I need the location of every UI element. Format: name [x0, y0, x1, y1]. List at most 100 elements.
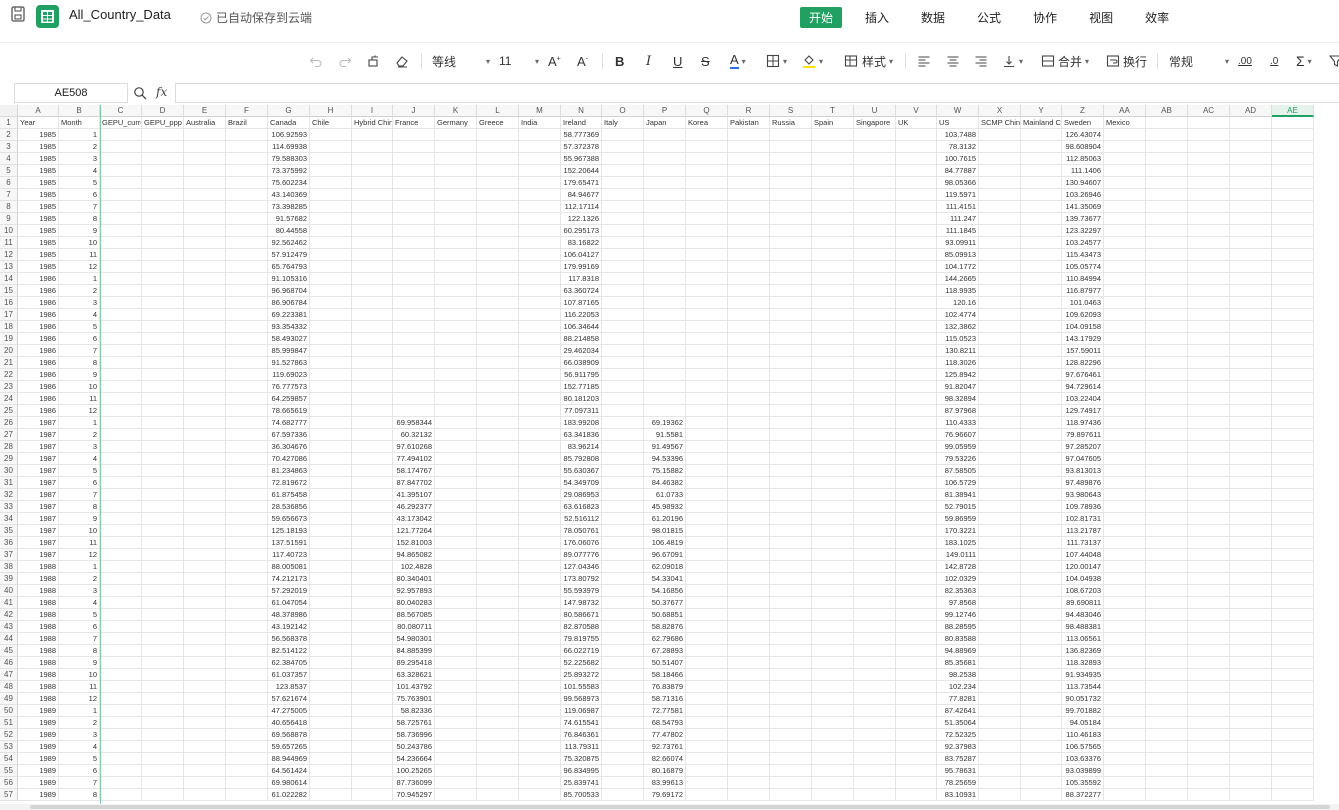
cell-b[interactable]: 10: [59, 237, 100, 249]
cell-i[interactable]: [352, 405, 393, 417]
cell-ab[interactable]: [1146, 369, 1188, 381]
cell-e[interactable]: [184, 489, 226, 501]
cell-v[interactable]: [896, 369, 937, 381]
row-header[interactable]: 6: [0, 177, 18, 189]
cell-y[interactable]: [1021, 153, 1062, 165]
cell-ab[interactable]: [1146, 753, 1188, 765]
cell-ab[interactable]: [1146, 705, 1188, 717]
cell-u[interactable]: [854, 645, 896, 657]
cell-s[interactable]: [770, 561, 812, 573]
font-name-select[interactable]: 等线 ▾: [432, 51, 490, 71]
cell-n[interactable]: 63.616823: [561, 501, 602, 513]
row-header[interactable]: 45: [0, 645, 18, 657]
cell-u[interactable]: [854, 753, 896, 765]
cell-x[interactable]: [979, 789, 1021, 801]
cell-s[interactable]: [770, 633, 812, 645]
cell-j[interactable]: [393, 273, 435, 285]
cell-v[interactable]: [896, 417, 937, 429]
cell-d[interactable]: [142, 585, 184, 597]
cell-z[interactable]: 93.039899: [1062, 765, 1104, 777]
cell-d[interactable]: [142, 753, 184, 765]
cell-u[interactable]: [854, 273, 896, 285]
cell-t[interactable]: [812, 453, 854, 465]
cell-ac[interactable]: [1188, 381, 1230, 393]
cell-t[interactable]: [812, 201, 854, 213]
cell-a[interactable]: 1989: [18, 765, 59, 777]
cell-e[interactable]: [184, 537, 226, 549]
cell-l[interactable]: [477, 261, 519, 273]
column-header-l[interactable]: L: [477, 105, 519, 117]
cell-g[interactable]: 93.354332: [268, 321, 310, 333]
cell-ae[interactable]: [1272, 525, 1314, 537]
cell-w[interactable]: 104.1772: [937, 261, 979, 273]
cell-n[interactable]: 80.586671: [561, 609, 602, 621]
cell-r[interactable]: [728, 777, 770, 789]
cell-y[interactable]: [1021, 525, 1062, 537]
cell-p[interactable]: 54.33041: [644, 573, 686, 585]
cell-j[interactable]: 46.292377: [393, 501, 435, 513]
cell-e[interactable]: [184, 201, 226, 213]
cell-g[interactable]: 64.561424: [268, 765, 310, 777]
cell-i[interactable]: [352, 441, 393, 453]
cell-j[interactable]: 152.81003: [393, 537, 435, 549]
cell-aa[interactable]: [1104, 321, 1146, 333]
column-header-i[interactable]: I: [352, 105, 393, 117]
cell-m[interactable]: [519, 417, 561, 429]
cell-c[interactable]: GEPU_current: [100, 117, 142, 129]
cell-c[interactable]: [100, 201, 142, 213]
cell-o[interactable]: [602, 405, 644, 417]
redo-button[interactable]: [338, 51, 352, 71]
row-header[interactable]: 8: [0, 201, 18, 213]
cell-l[interactable]: [477, 501, 519, 513]
cell-n[interactable]: 152.77185: [561, 381, 602, 393]
cell-g[interactable]: 59.656673: [268, 513, 310, 525]
column-header-p[interactable]: P: [644, 105, 686, 117]
cell-r[interactable]: Pakistan: [728, 117, 770, 129]
cell-k[interactable]: [435, 189, 477, 201]
cell-s[interactable]: [770, 777, 812, 789]
cell-v[interactable]: [896, 765, 937, 777]
cell-k[interactable]: [435, 321, 477, 333]
cell-t[interactable]: [812, 741, 854, 753]
cell-r[interactable]: [728, 489, 770, 501]
cell-u[interactable]: [854, 189, 896, 201]
cell-m[interactable]: [519, 165, 561, 177]
cell-z[interactable]: 79.897611: [1062, 429, 1104, 441]
cell-g[interactable]: 61.047054: [268, 597, 310, 609]
cell-h[interactable]: [310, 237, 352, 249]
cell-o[interactable]: [602, 681, 644, 693]
cell-ae[interactable]: [1272, 225, 1314, 237]
row-header[interactable]: 14: [0, 273, 18, 285]
cell-t[interactable]: [812, 681, 854, 693]
cell-s[interactable]: [770, 489, 812, 501]
cell-aa[interactable]: [1104, 129, 1146, 141]
cell-ae[interactable]: [1272, 429, 1314, 441]
cell-j[interactable]: 75.763901: [393, 693, 435, 705]
cell-d[interactable]: [142, 189, 184, 201]
cell-ab[interactable]: [1146, 153, 1188, 165]
cell-aa[interactable]: [1104, 717, 1146, 729]
cell-ab[interactable]: [1146, 777, 1188, 789]
cell-ae[interactable]: [1272, 369, 1314, 381]
cell-o[interactable]: [602, 417, 644, 429]
cell-ae[interactable]: [1272, 345, 1314, 357]
cell-s[interactable]: [770, 573, 812, 585]
cell-e[interactable]: [184, 765, 226, 777]
cell-k[interactable]: [435, 669, 477, 681]
cell-g[interactable]: 74.682777: [268, 417, 310, 429]
cell-v[interactable]: [896, 381, 937, 393]
cell-u[interactable]: [854, 633, 896, 645]
cell-ab[interactable]: [1146, 633, 1188, 645]
cell-b[interactable]: 2: [59, 573, 100, 585]
cell-ab[interactable]: [1146, 417, 1188, 429]
cell-n[interactable]: 122.1326: [561, 213, 602, 225]
cell-y[interactable]: [1021, 549, 1062, 561]
cell-h[interactable]: [310, 453, 352, 465]
cell-u[interactable]: [854, 381, 896, 393]
cell-ae[interactable]: [1272, 213, 1314, 225]
cell-a[interactable]: 1988: [18, 633, 59, 645]
cell-k[interactable]: [435, 501, 477, 513]
cell-t[interactable]: [812, 357, 854, 369]
cell-w[interactable]: 78.3132: [937, 141, 979, 153]
column-header-m[interactable]: M: [519, 105, 561, 117]
